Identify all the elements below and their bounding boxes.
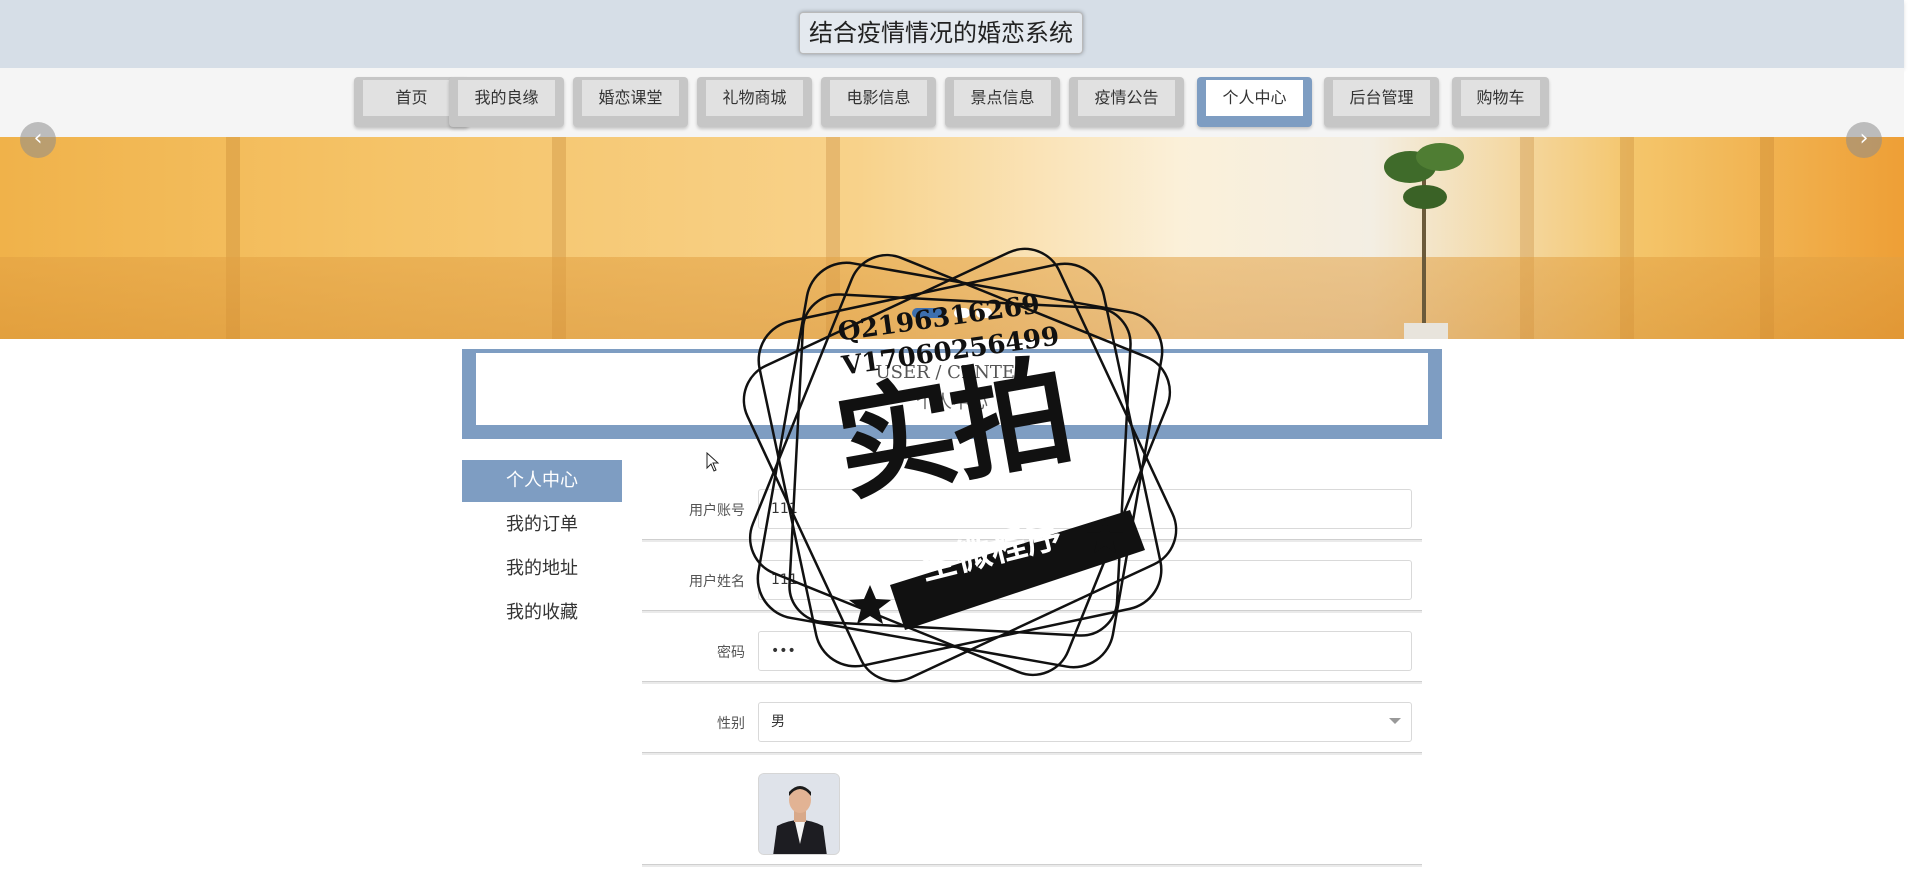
gender-value: 男 bbox=[771, 714, 785, 730]
nav-item-label: 首页 bbox=[363, 80, 460, 116]
nav-item-gift-shop[interactable]: 礼物商城 bbox=[697, 77, 812, 127]
name-label: 用户姓名 bbox=[689, 574, 745, 590]
nav-item-label: 个人中心 bbox=[1206, 80, 1303, 116]
form-row-gender: 性别 男 bbox=[642, 699, 1422, 755]
chevron-left-icon: ‹ bbox=[33, 126, 43, 151]
plant-image bbox=[1384, 143, 1464, 339]
main-nav: 首页 我的良缘 婚恋课堂 礼物商城 电影信息 景点信息 疫情公告 个人中心 后台… bbox=[0, 68, 1904, 137]
account-label: 用户账号 bbox=[689, 503, 745, 519]
avatar-upload[interactable] bbox=[758, 773, 840, 855]
carousel-next-button[interactable]: › bbox=[1846, 122, 1882, 158]
nav-item-label: 疫情公告 bbox=[1078, 80, 1175, 116]
gender-label: 性别 bbox=[717, 716, 745, 732]
avatar-image bbox=[759, 774, 839, 854]
nav-item-label: 购物车 bbox=[1461, 80, 1540, 116]
nav-item-attractions[interactable]: 景点信息 bbox=[945, 77, 1060, 127]
sidebar-item-user-center[interactable]: 个人中心 bbox=[462, 460, 622, 502]
chevron-right-icon: › bbox=[1859, 126, 1869, 151]
site-title: 结合疫情情况的婚恋系统 bbox=[799, 12, 1083, 54]
nav-item-admin[interactable]: 后台管理 bbox=[1324, 77, 1439, 127]
carousel-prev-button[interactable]: ‹ bbox=[20, 122, 56, 158]
gender-select[interactable]: 男 bbox=[758, 702, 1412, 742]
nav-item-dating-class[interactable]: 婚恋课堂 bbox=[573, 77, 688, 127]
nav-item-label: 礼物商城 bbox=[706, 80, 803, 116]
sidebar-item-my-address[interactable]: 我的地址 bbox=[462, 548, 622, 590]
nav-item-cart[interactable]: 购物车 bbox=[1452, 77, 1549, 127]
chevron-down-icon bbox=[1389, 718, 1401, 724]
header-bar: 结合疫情情况的婚恋系统 bbox=[0, 0, 1904, 68]
nav-item-my-match[interactable]: 我的良缘 bbox=[449, 77, 564, 127]
nav-item-epidemic-notice[interactable]: 疫情公告 bbox=[1069, 77, 1184, 127]
sidebar-item-my-favorites[interactable]: 我的收藏 bbox=[462, 592, 622, 634]
nav-item-label: 婚恋课堂 bbox=[582, 80, 679, 116]
password-label: 密码 bbox=[717, 645, 745, 661]
nav-item-label: 后台管理 bbox=[1333, 80, 1430, 116]
page: 结合疫情情况的婚恋系统 首页 我的良缘 婚恋课堂 礼物商城 电影信息 景点信息 … bbox=[0, 0, 1916, 885]
form-row-avatar bbox=[642, 770, 1422, 867]
nav-item-label: 电影信息 bbox=[830, 80, 927, 116]
nav-item-movies[interactable]: 电影信息 bbox=[821, 77, 936, 127]
nav-item-user-center[interactable]: 个人中心 bbox=[1197, 77, 1312, 127]
nav-item-label: 景点信息 bbox=[954, 80, 1051, 116]
mouse-cursor-icon bbox=[706, 452, 720, 472]
nav-item-label: 我的良缘 bbox=[458, 80, 555, 116]
sidebar-item-my-orders[interactable]: 我的订单 bbox=[462, 504, 622, 546]
